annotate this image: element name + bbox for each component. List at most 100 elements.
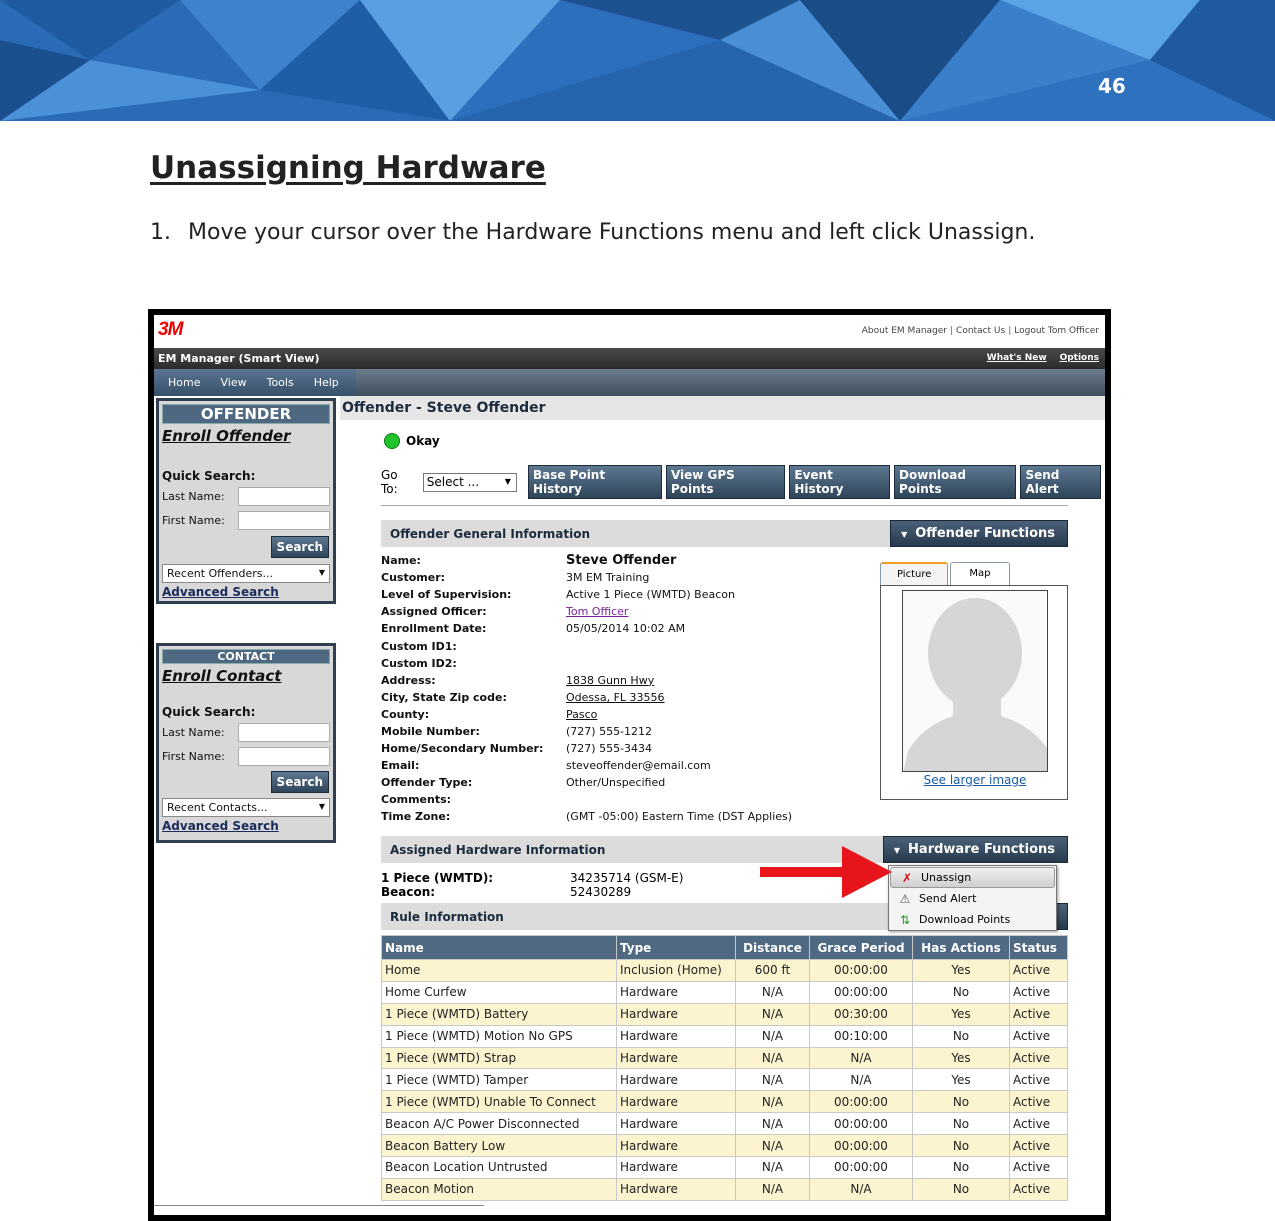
menu-item-unassign[interactable]: ✗ Unassign [890,867,1055,888]
enroll-offender-link[interactable]: Enroll Offender [162,427,333,445]
menu-item-send-alert[interactable]: ⚠ Send Alert [889,888,1056,909]
menu-home[interactable]: Home [168,376,200,389]
recent-contacts-select[interactable]: Recent Contacts... ▼ [162,798,330,817]
offender-functions-button[interactable]: ▼ Offender Functions [890,520,1068,547]
about-link[interactable]: About EM Manager [862,326,947,336]
city-link[interactable]: Odessa, FL 33556 [566,691,665,704]
event-history-button[interactable]: Event History [789,465,891,499]
close-icon: ✗ [901,870,913,885]
col-has-actions[interactable]: Has Actions [912,935,1010,960]
picture-panel: Picture Map See larger image [880,562,1068,800]
offender-advanced-search-link[interactable]: Advanced Search [162,585,333,599]
tab-map[interactable]: Map [950,562,1010,585]
table-cell: 00:00:00 [809,1156,913,1179]
goto-bar: Go To: Select ... ▼ Base Point History Vi… [381,465,1105,499]
col-distance[interactable]: Distance [735,935,810,960]
table-row[interactable]: 1 Piece (WMTD) Battery Hardware N/A 00:30:0… [381,1002,1068,1026]
col-grace-period[interactable]: Grace Period [809,935,913,960]
table-cell: No [912,1134,1010,1158]
enroll-contact-link[interactable]: Enroll Contact [162,667,333,685]
options-link[interactable]: Options [1060,353,1099,363]
table-cell: Beacon A/C Power Disconnected [381,1112,617,1136]
recent-offenders-value: Recent Offenders... [167,567,273,580]
table-cell: Active [1009,1002,1068,1026]
assigned-officer-link[interactable]: Tom Officer [566,605,628,618]
table-row[interactable]: Beacon Motion Hardware N/A N/A No Active [381,1177,1068,1201]
col-type[interactable]: Type [616,935,736,960]
banner-graphic [0,0,1275,121]
table-cell: Active [1009,959,1068,982]
menu-view[interactable]: View [220,376,246,389]
menu-tools[interactable]: Tools [267,376,294,389]
tab-picture[interactable]: Picture [880,562,949,585]
table-cell: N/A [735,980,810,1004]
col-status[interactable]: Status [1009,935,1068,960]
field-value: Active 1 Piece (WMTD) Beacon [566,588,735,602]
download-points-button[interactable]: Download Points [894,465,1017,499]
table-row[interactable]: 1 Piece (WMTD) Strap Hardware N/A N/A Yes Act… [381,1046,1068,1070]
table-cell: Active [1009,980,1068,1004]
table-cell: Active [1009,1090,1068,1114]
table-cell: N/A [735,1024,810,1048]
contact-last-name-input[interactable] [238,723,330,742]
table-row[interactable]: Beacon Battery Low Hardware N/A 00:00:00 No A… [381,1134,1068,1158]
table-cell: No [912,1177,1010,1201]
menu-item-download-points[interactable]: ⇅ Download Points [889,909,1056,930]
quick-search-label: Quick Search: [162,469,256,483]
send-alert-button[interactable]: Send Alert [1020,465,1101,499]
table-row[interactable]: Beacon Location Untrusted Hardware N/A 00:0… [381,1156,1068,1179]
contact-first-name-input[interactable] [238,747,330,766]
table-row[interactable]: Beacon A/C Power Disconnected Hardware N/A… [381,1112,1068,1136]
last-name-label: Last Name: [162,490,225,503]
base-point-history-button[interactable]: Base Point History [527,465,662,499]
whats-new-link[interactable]: What's New [987,353,1047,363]
field-label: County: [381,707,430,721]
table-cell: No [912,1090,1010,1114]
logout-link[interactable]: Logout Tom Officer [1014,326,1099,336]
view-gps-points-button[interactable]: View GPS Points [665,465,786,499]
goto-select[interactable]: Select ... ▼ [422,472,517,492]
contact-advanced-search-link[interactable]: Advanced Search [162,819,333,833]
offender-last-name-input[interactable] [238,487,330,506]
address-link[interactable]: 1838 Gunn Hwy [566,674,654,687]
contact-search-button[interactable]: Search [270,771,329,793]
field-label: Address: [381,673,436,687]
table-cell: Yes [912,1068,1010,1092]
table-cell: Active [1009,1156,1068,1179]
field-label: Comments: [381,793,452,807]
contact-us-link[interactable]: Contact Us [956,326,1005,336]
goto-label: Go To: [381,468,398,496]
field-label: Enrollment Date: [381,622,487,636]
step-text: Move your cursor over the Hardware Funct… [188,220,1036,245]
table-row[interactable]: 1 Piece (WMTD) Tamper Hardware N/A N/A Yes Ac… [381,1068,1068,1092]
table-cell: N/A [735,1046,810,1070]
table-row[interactable]: Home Curfew Hardware N/A 00:00:00 No Active [381,980,1068,1004]
field-label: Time Zone: [381,810,451,824]
contact-first-name-label: First Name: [162,750,225,763]
table-cell: Active [1009,1134,1068,1158]
app-screenshot: 3M About EM Manager | Contact Us | Logout To… [148,309,1111,1221]
menu-item-label: Download Points [919,913,1011,926]
table-cell: Inclusion (Home) [616,959,736,982]
divider [381,505,1068,506]
status-indicator: Okay [384,433,440,449]
main-content: Offender - Steve Offender Okay Go To: Se… [340,396,1105,1215]
recent-offenders-select[interactable]: Recent Offenders... ▼ [162,564,330,583]
field-value: 3M EM Training [566,571,650,585]
offender-first-name-input[interactable] [238,511,330,530]
table-row[interactable]: 1 Piece (WMTD) Motion No GPS Hardware N/A 0… [381,1024,1068,1048]
offender-header: Offender - Steve Offender [340,396,1105,420]
status-ok-icon [384,433,400,449]
menu-help[interactable]: Help [314,376,339,389]
avatar-placeholder[interactable] [902,590,1048,772]
table-row[interactable]: Home Inclusion (Home) 600 ft 00:00:00 Yes Act… [381,959,1068,982]
table-cell: Hardware [616,1112,736,1136]
field-label: Name: [381,554,421,568]
download-icon: ⇅ [899,912,911,927]
hardware-functions-button[interactable]: ▼ Hardware Functions [882,836,1068,863]
county-link[interactable]: Pasco [566,708,597,721]
col-name[interactable]: Name [381,935,617,960]
table-row[interactable]: 1 Piece (WMTD) Unable To Connect Hardware… [381,1090,1068,1114]
offender-search-button[interactable]: Search [270,536,329,558]
see-larger-image-link[interactable]: See larger image [881,773,1069,787]
